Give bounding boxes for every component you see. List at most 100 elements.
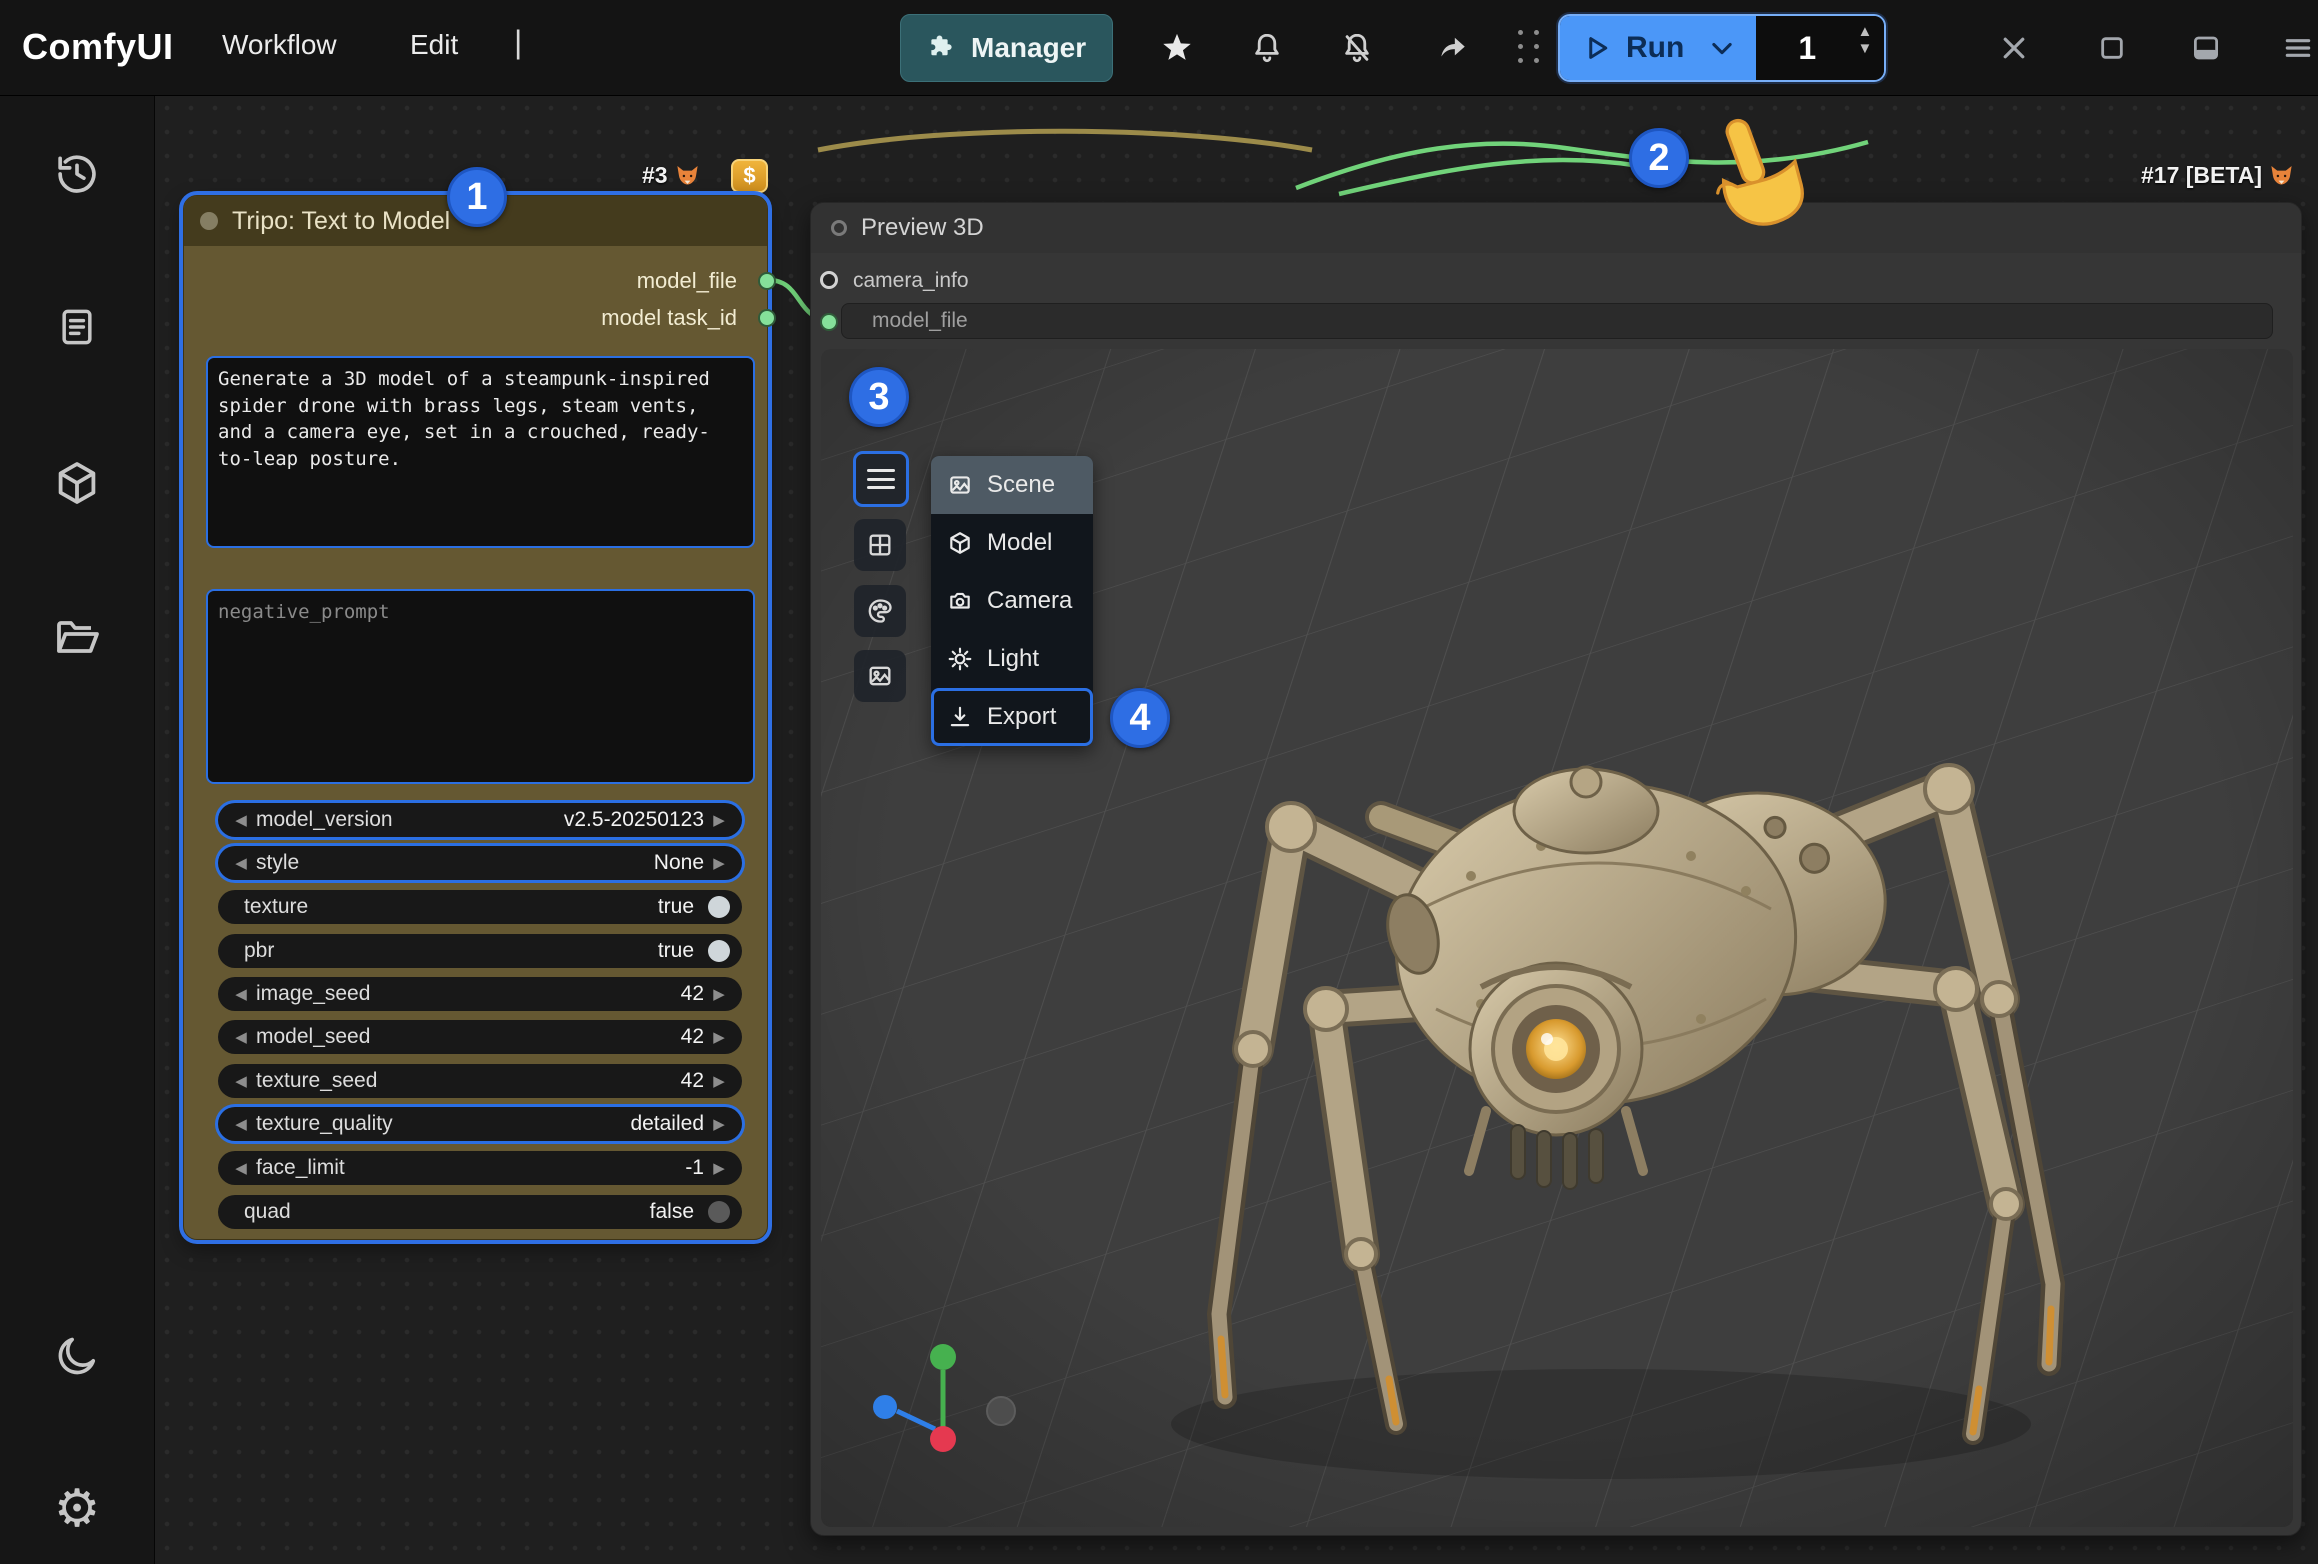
widget-quad[interactable]: quad false	[218, 1195, 742, 1229]
combo-right-arrow-icon[interactable]: ▶	[708, 854, 730, 872]
negative-prompt-textarea[interactable]	[206, 589, 755, 784]
node-title: Preview 3D	[861, 214, 984, 242]
camera-icon	[947, 588, 973, 614]
step-marker-4: 4	[1110, 688, 1170, 748]
combo-right-arrow-icon[interactable]: ▶	[708, 811, 730, 829]
viewport-palette-button[interactable]	[854, 585, 906, 637]
comfyui-app: ComfyUI Workflow Edit | Manager	[0, 0, 2318, 1564]
model-file-widget[interactable]: model_file	[841, 303, 2273, 339]
queue-increment-icon[interactable]: ▲	[1857, 24, 1872, 39]
widget-pbr[interactable]: pbr true	[218, 934, 742, 968]
settings-gear-icon[interactable]: ⚙	[50, 1482, 104, 1536]
collapse-dot-icon[interactable]	[200, 212, 218, 230]
viewport-image-button[interactable]	[854, 650, 906, 702]
queue-count-box[interactable]: 1 ▲ ▼	[1756, 16, 1884, 80]
menu-item-scene[interactable]: Scene	[931, 456, 1093, 514]
viewport-grid-button[interactable]	[854, 519, 906, 571]
node-tripo-text-to-model[interactable]: Tripo: Text to Model model_file model ta…	[183, 195, 768, 1240]
combo-right-arrow-icon[interactable]: ▶	[708, 985, 730, 1003]
sidebar-node-library-icon[interactable]	[50, 300, 104, 354]
toggle-on-icon[interactable]	[708, 940, 730, 962]
menu-item-model[interactable]: Model	[931, 514, 1093, 572]
fox-icon	[674, 162, 701, 189]
collapse-dot-icon[interactable]	[831, 220, 847, 236]
viewport-popup-menu: Scene Model Camera	[931, 456, 1093, 746]
sidebar-model-library-icon[interactable]	[50, 456, 104, 510]
preview-3d-viewport[interactable]: Scene Model Camera	[821, 349, 2293, 1527]
combo-left-arrow-icon[interactable]: ◀	[230, 1115, 252, 1133]
input-port-camera-info[interactable]	[820, 271, 838, 289]
toggle-on-icon[interactable]	[708, 896, 730, 918]
node-preview-3d[interactable]: Preview 3D camera_info model_file	[810, 202, 2302, 1536]
combo-right-arrow-icon[interactable]: ▶	[708, 1072, 730, 1090]
menu-workflow[interactable]: Workflow	[222, 29, 337, 61]
share-icon[interactable]	[1432, 28, 1472, 68]
combo-right-arrow-icon[interactable]: ▶	[708, 1159, 730, 1177]
step-marker-1: 1	[447, 167, 507, 227]
combo-left-arrow-icon[interactable]: ◀	[230, 1159, 252, 1177]
manager-button-label: Manager	[971, 32, 1086, 64]
widget-style[interactable]: ◀ style None ▶	[218, 846, 742, 880]
node-title-bar[interactable]: Preview 3D	[811, 203, 2301, 253]
output-label-model-task-id: model task_id	[601, 305, 737, 331]
queue-count-value: 1	[1798, 30, 1816, 67]
star-icon[interactable]	[1157, 28, 1197, 68]
combo-left-arrow-icon[interactable]: ◀	[230, 811, 252, 829]
widget-model-seed[interactable]: ◀ model_seed 42 ▶	[218, 1020, 742, 1054]
step-marker-3: 3	[849, 367, 909, 427]
scene-image-icon	[947, 472, 973, 498]
hamburger-menu-icon[interactable]	[2278, 28, 2318, 68]
notification-bell-icon[interactable]	[1247, 28, 1287, 68]
prompt-textarea[interactable]: Generate a 3D model of a steampunk-inspi…	[206, 356, 755, 548]
run-button-label: Run	[1626, 31, 1684, 65]
widget-face-limit[interactable]: ◀ face_limit -1 ▶	[218, 1151, 742, 1185]
node-exec-order-badge: #3	[642, 162, 701, 189]
beta-node-badge: #17 [BETA]	[2141, 162, 2295, 189]
theme-moon-icon[interactable]	[50, 1329, 104, 1383]
combo-left-arrow-icon[interactable]: ◀	[230, 985, 252, 1003]
toggle-off-icon[interactable]	[708, 1201, 730, 1223]
viewport-menu-button[interactable]	[853, 451, 909, 507]
step-marker-2: 2	[1629, 128, 1689, 188]
run-options-chevron-icon[interactable]	[1708, 34, 1736, 62]
output-port-model-file[interactable]	[758, 272, 776, 290]
bottom-panel-icon[interactable]	[2186, 28, 2226, 68]
sidebar-workflows-folder-icon[interactable]	[50, 610, 104, 664]
widget-texture[interactable]: texture true	[218, 890, 742, 924]
close-queue-icon[interactable]	[1994, 28, 2034, 68]
app-logo: ComfyUI	[22, 26, 174, 68]
combo-left-arrow-icon[interactable]: ◀	[230, 854, 252, 872]
widget-texture-quality[interactable]: ◀ texture_quality detailed ▶	[218, 1107, 742, 1141]
graph-canvas[interactable]: #3 $ #17 [BETA] Tripo: Text to Model mod…	[155, 96, 2318, 1564]
notification-bell-alt-icon[interactable]	[1337, 28, 1377, 68]
combo-left-arrow-icon[interactable]: ◀	[230, 1028, 252, 1046]
combo-right-arrow-icon[interactable]: ▶	[708, 1028, 730, 1046]
widget-model-version[interactable]: ◀ model_version v2.5-20250123 ▶	[218, 803, 742, 837]
output-port-model-task-id[interactable]	[758, 309, 776, 327]
export-download-icon	[947, 704, 973, 730]
pointing-hand-icon	[1693, 114, 1813, 249]
run-button[interactable]: Run	[1560, 16, 1756, 80]
drag-handle-icon[interactable]	[1518, 30, 1544, 66]
menu-item-light[interactable]: Light	[931, 630, 1093, 688]
widget-image-seed[interactable]: ◀ image_seed 42 ▶	[218, 977, 742, 1011]
input-port-model-file[interactable]	[820, 313, 838, 331]
output-label-model-file: model_file	[637, 268, 737, 294]
manager-button[interactable]: Manager	[900, 14, 1113, 82]
fox-icon	[2268, 162, 2295, 189]
menu-item-camera[interactable]: Camera	[931, 572, 1093, 630]
api-cost-badge: $	[731, 159, 768, 193]
maximize-icon[interactable]	[2092, 28, 2132, 68]
sidebar-history-icon[interactable]	[50, 147, 104, 201]
combo-right-arrow-icon[interactable]: ▶	[708, 1115, 730, 1133]
topbar: ComfyUI Workflow Edit | Manager	[0, 0, 2318, 96]
queue-decrement-icon[interactable]: ▼	[1857, 41, 1872, 56]
node-title: Tripo: Text to Model	[232, 207, 450, 236]
menu-edit[interactable]: Edit	[410, 29, 458, 61]
run-group: Run 1 ▲ ▼	[1558, 14, 1886, 82]
topbar-separator: |	[514, 24, 522, 61]
menu-item-export[interactable]: Export	[931, 688, 1093, 746]
combo-left-arrow-icon[interactable]: ◀	[230, 1072, 252, 1090]
widget-texture-seed[interactable]: ◀ texture_seed 42 ▶	[218, 1064, 742, 1098]
hamburger-icon	[867, 469, 895, 489]
